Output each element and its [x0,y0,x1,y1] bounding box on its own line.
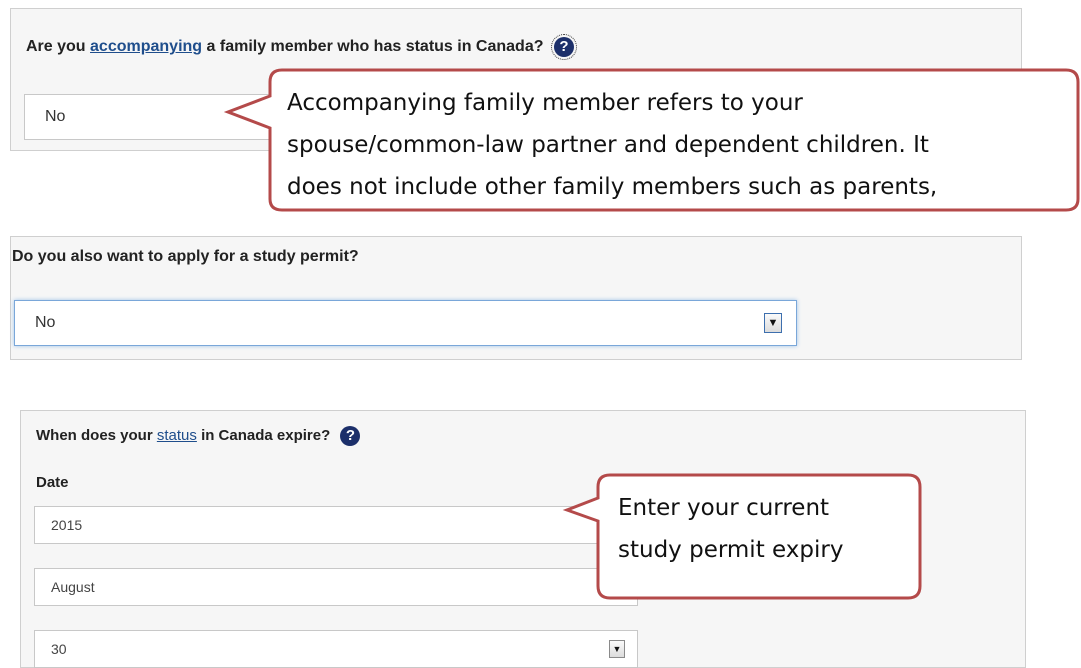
callout-line-2: study permit expiry [618,537,844,563]
callout-line-1: Enter your current [618,495,830,521]
callout-bubble [562,473,922,600]
callout-text: Enter your current study permit expiry [618,487,914,571]
